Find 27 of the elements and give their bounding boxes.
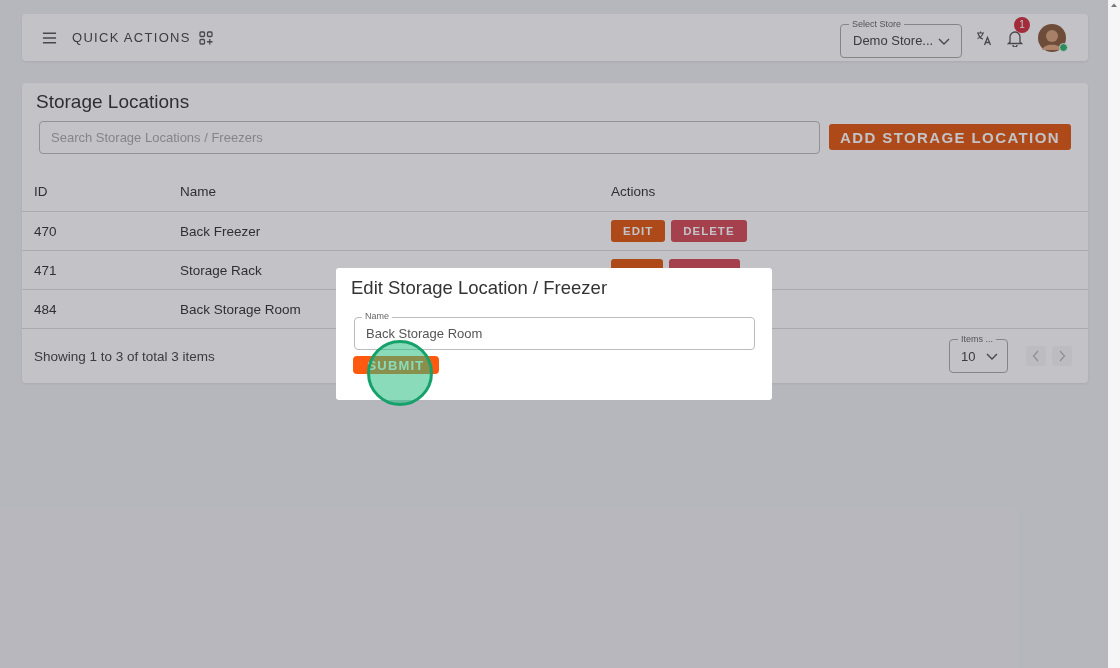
pagination-summary: Showing 1 to 3 of total 3 items	[34, 348, 215, 364]
dialog-title: Edit Storage Location / Freezer	[351, 277, 609, 299]
items-select-label: Items ...	[958, 333, 996, 345]
store-select-value: Demo Store...	[853, 33, 934, 48]
menu-icon[interactable]	[42, 31, 57, 44]
translate-icon[interactable]	[976, 29, 992, 46]
bell-icon[interactable]	[1007, 28, 1023, 47]
items-select-value: 10	[961, 348, 976, 364]
page-title: Storage Locations	[35, 90, 191, 112]
quick-actions-link[interactable]: QUICK ACTIONS	[72, 30, 191, 45]
column-header: Name	[180, 183, 216, 199]
table-cell: 484	[34, 301, 57, 317]
table-cell: Back Storage Room	[180, 301, 301, 317]
search-field[interactable]: Search Storage Locations / Freezers	[39, 121, 820, 154]
table-cell: Storage Rack	[180, 262, 262, 278]
table-cell: 470	[34, 223, 57, 239]
table-cell: 471	[34, 262, 57, 278]
avatar[interactable]	[1038, 23, 1066, 52]
store-select-label: Select Store	[849, 17, 905, 30]
column-header: Actions	[611, 183, 656, 199]
notification-count: 1	[1014, 16, 1030, 33]
name-field-label: Name	[362, 310, 392, 322]
scrollbar[interactable]	[1108, 0, 1120, 668]
column-header: ID	[34, 183, 48, 199]
delete-button[interactable]: DELETE	[671, 220, 747, 242]
grid-plus-icon[interactable]	[198, 30, 213, 45]
table-cell: Back Freezer	[180, 223, 261, 239]
